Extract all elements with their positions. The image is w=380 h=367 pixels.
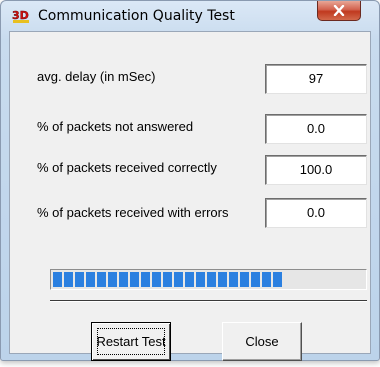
close-x-icon bbox=[333, 5, 345, 16]
restart-test-button[interactable]: Restart Test bbox=[91, 322, 171, 361]
progress-segment bbox=[53, 272, 62, 287]
avg-delay-label: avg. delay (in mSec) bbox=[37, 69, 156, 84]
progress-segment bbox=[273, 272, 282, 287]
progress-segment bbox=[229, 272, 238, 287]
separator-line bbox=[50, 300, 367, 302]
progress-segment bbox=[64, 272, 73, 287]
not-answered-field[interactable]: 0.0 bbox=[265, 114, 367, 144]
progress-segment bbox=[163, 272, 172, 287]
progress-segment bbox=[251, 272, 260, 287]
progress-segment bbox=[75, 272, 84, 287]
app-3d-icon: 3D bbox=[12, 8, 30, 24]
progress-segment bbox=[119, 272, 128, 287]
progress-segment bbox=[97, 272, 106, 287]
dialog-body: avg. delay (in mSec) 97 % of packets not… bbox=[9, 31, 371, 361]
progress-segment bbox=[130, 272, 139, 287]
progress-segment bbox=[218, 272, 227, 287]
progress-segment bbox=[174, 272, 183, 287]
test-progress-bar bbox=[50, 269, 367, 290]
progress-segment bbox=[196, 272, 205, 287]
progress-segment bbox=[207, 272, 216, 287]
window-title: Communication Quality Test bbox=[38, 8, 235, 24]
close-button-label: Close bbox=[245, 334, 279, 349]
received-correctly-label: % of packets received correctly bbox=[37, 160, 217, 175]
received-correctly-field[interactable]: 100.0 bbox=[265, 155, 367, 185]
not-answered-label: % of packets not answered bbox=[37, 119, 194, 134]
restart-test-label: Restart Test bbox=[96, 334, 166, 349]
progress-segment bbox=[141, 272, 150, 287]
title-bar[interactable]: 3D Communication Quality Test bbox=[1, 1, 379, 31]
progress-segment bbox=[86, 272, 95, 287]
progress-segment bbox=[262, 272, 271, 287]
progress-segment bbox=[240, 272, 249, 287]
received-errors-field[interactable]: 0.0 bbox=[265, 198, 367, 228]
progress-fill bbox=[53, 272, 286, 287]
close-window-button[interactable] bbox=[317, 1, 361, 21]
progress-segment bbox=[185, 272, 194, 287]
avg-delay-field[interactable]: 97 bbox=[265, 64, 367, 94]
progress-segment bbox=[152, 272, 161, 287]
received-errors-label: % of packets received with errors bbox=[37, 205, 229, 220]
progress-segment bbox=[108, 272, 117, 287]
dialog-window: 3D Communication Quality Test avg. delay… bbox=[0, 0, 380, 361]
close-button[interactable]: Close bbox=[222, 322, 302, 361]
